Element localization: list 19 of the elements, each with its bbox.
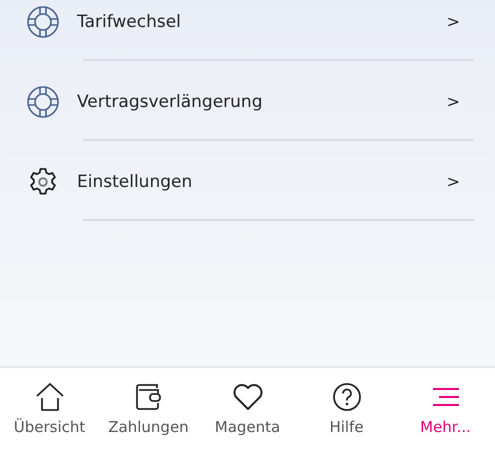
menu-item-label: Tarifwechsel (77, 12, 182, 32)
lifebuoy-icon (26, 84, 60, 118)
nav-tab[interactable]: Zahlungen (99, 368, 198, 450)
nav-tab[interactable]: Mehr... (396, 368, 495, 450)
menu-item[interactable]: Einstellungen > (0, 152, 495, 211)
help-icon (330, 382, 362, 412)
lifebuoy-icon (26, 4, 60, 38)
chevron-icon: > (446, 172, 460, 191)
home-icon (34, 382, 66, 412)
chevron-icon: > (446, 12, 460, 31)
nav-tab[interactable]: Übersicht (0, 368, 99, 450)
menu-item[interactable]: Vertragsverlängerung > (0, 72, 495, 131)
chevron-icon: > (446, 92, 460, 111)
menu-item-label: Einstellungen (77, 172, 194, 192)
nav-tab[interactable]: Magenta (198, 368, 297, 450)
nav-tab[interactable]: Hilfe (297, 368, 396, 450)
heart-icon (232, 382, 264, 412)
menu-item-label: Vertragsverlängerung (77, 92, 264, 112)
menu-item[interactable]: Tarifwechsel > (0, 0, 495, 51)
